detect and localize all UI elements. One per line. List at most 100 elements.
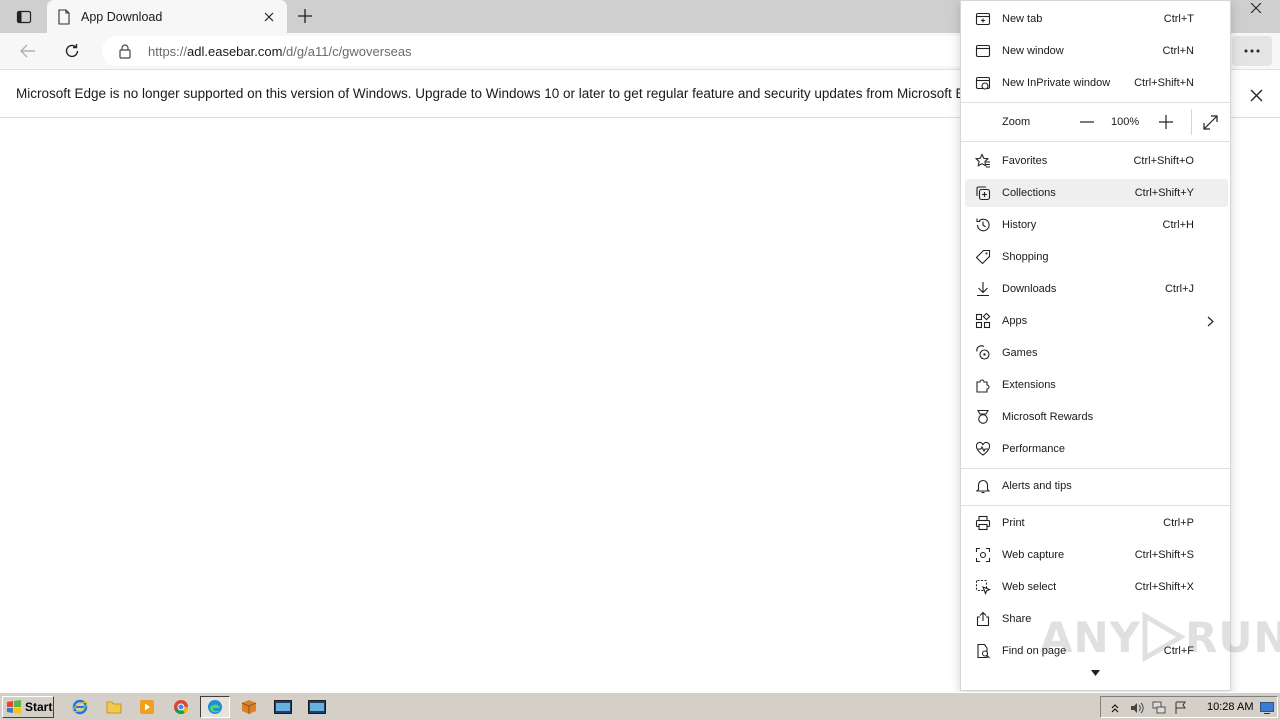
settings-and-more-button[interactable] — [1232, 36, 1272, 66]
taskbar: Start 10:28 AM — [0, 692, 1280, 720]
network-icon[interactable] — [1151, 700, 1167, 716]
zoom-row: Zoom 100% — [965, 107, 1228, 137]
refresh-icon — [65, 44, 79, 58]
clock: 10:28 AM — [1207, 701, 1254, 713]
menu-item-downloads[interactable]: Downloads Ctrl+J — [965, 275, 1228, 303]
app-window-icon — [308, 700, 326, 714]
taskbar-edge-button[interactable] — [200, 696, 230, 718]
zoom-divider — [1191, 109, 1192, 135]
refresh-button[interactable] — [57, 37, 87, 65]
new-tab-button[interactable] — [293, 5, 317, 27]
tab-title: App Download — [81, 9, 163, 24]
package-icon — [241, 700, 257, 714]
tab-actions-icon — [16, 10, 32, 24]
address-bar[interactable]: https://adl.easebar.com/d/g/a11/c/gwover… — [102, 36, 982, 66]
menu-item-inprivate[interactable]: New InPrivate window Ctrl+Shift+N — [965, 69, 1228, 97]
volume-icon[interactable] — [1129, 700, 1145, 716]
find-icon — [974, 642, 992, 660]
tray-expand-button[interactable] — [1107, 700, 1123, 716]
download-icon — [974, 280, 992, 298]
menu-item-new-window[interactable]: New window Ctrl+N — [965, 37, 1228, 65]
share-icon — [974, 610, 992, 628]
menu-item-shopping[interactable]: Shopping — [965, 243, 1228, 271]
chevron-right-icon — [1204, 315, 1216, 327]
close-icon — [1250, 89, 1262, 101]
chevron-up-icon — [1111, 704, 1119, 713]
games-icon — [974, 344, 992, 362]
puzzle-icon — [974, 376, 992, 394]
flag-icon[interactable] — [1173, 700, 1189, 716]
menu-scroll-down-button[interactable] — [1090, 669, 1100, 677]
tag-icon — [974, 248, 992, 266]
fullscreen-icon — [1202, 114, 1218, 130]
bell-icon — [974, 477, 992, 495]
menu-separator — [961, 141, 1230, 142]
new-tab-icon — [974, 10, 992, 28]
menu-item-performance[interactable]: Performance — [965, 435, 1228, 463]
url-text: https://adl.easebar.com/d/g/a11/c/gwover… — [148, 43, 412, 59]
infobar-close-button[interactable] — [1244, 83, 1268, 107]
menu-item-rewards[interactable]: Microsoft Rewards — [965, 403, 1228, 431]
close-icon — [264, 12, 274, 21]
lock-icon[interactable] — [118, 43, 132, 59]
menu-separator — [961, 468, 1230, 469]
close-icon — [1250, 3, 1262, 13]
chrome-icon — [174, 700, 188, 714]
menu-item-games[interactable]: Games — [965, 339, 1228, 367]
menu-item-apps[interactable]: Apps — [965, 307, 1228, 335]
menu-item-web-capture[interactable]: Web capture Ctrl+Shift+S — [965, 541, 1228, 569]
play-logo-icon — [1142, 612, 1186, 662]
internet-explorer-icon — [72, 699, 88, 715]
taskbar-app-button[interactable] — [304, 696, 330, 718]
settings-menu: New tab Ctrl+T New window Ctrl+N New InP… — [960, 0, 1231, 691]
menu-item-favorites[interactable]: Favorites Ctrl+Shift+O — [965, 147, 1228, 175]
fullscreen-button[interactable] — [1201, 113, 1219, 131]
taskbar-ie-button[interactable] — [67, 696, 93, 718]
taskbar-explorer-button[interactable] — [101, 696, 127, 718]
web-capture-icon — [974, 546, 992, 564]
rewards-icon — [974, 408, 992, 426]
app-window-icon — [274, 700, 292, 714]
inprivate-icon — [974, 74, 992, 92]
minus-icon — [1080, 121, 1094, 123]
printer-icon — [974, 514, 992, 532]
back-button[interactable] — [13, 37, 43, 65]
menu-item-web-select[interactable]: Web select Ctrl+Shift+X — [965, 573, 1228, 601]
infobar-message: Microsoft Edge is no longer supported on… — [16, 86, 960, 101]
web-select-icon — [974, 578, 992, 596]
more-horizontal-icon — [1244, 49, 1260, 53]
page-icon — [58, 8, 70, 25]
tab-app-download[interactable]: App Download — [47, 0, 287, 33]
menu-item-history[interactable]: History Ctrl+H — [965, 211, 1228, 239]
tab-close-button[interactable] — [261, 9, 277, 25]
plus-icon — [1159, 115, 1173, 129]
edge-icon — [208, 700, 222, 714]
zoom-in-button[interactable] — [1157, 113, 1175, 131]
menu-item-print[interactable]: Print Ctrl+P — [965, 509, 1228, 537]
taskbar-package-button[interactable] — [236, 696, 262, 718]
menu-item-alerts[interactable]: Alerts and tips — [965, 472, 1228, 500]
zoom-out-button[interactable] — [1078, 113, 1096, 131]
zoom-label: Zoom — [1002, 116, 1031, 128]
zoom-value: 100% — [1111, 116, 1140, 128]
taskbar-chrome-button[interactable] — [168, 696, 194, 718]
folder-icon — [106, 701, 122, 714]
taskbar-app-button[interactable] — [270, 696, 296, 718]
history-icon — [974, 216, 992, 234]
tab-actions-button[interactable] — [10, 6, 38, 28]
taskbar-media-button[interactable] — [134, 696, 160, 718]
menu-item-new-tab[interactable]: New tab Ctrl+T — [965, 5, 1228, 33]
new-window-icon — [974, 42, 992, 60]
plus-icon — [298, 9, 312, 23]
start-button[interactable]: Start — [2, 696, 54, 718]
collections-icon — [974, 184, 992, 202]
window-close-button[interactable] — [1232, 0, 1280, 16]
favorites-icon — [974, 152, 992, 170]
performance-icon — [974, 440, 992, 458]
system-tray: 10:28 AM — [1100, 696, 1278, 718]
media-player-icon — [140, 700, 154, 714]
menu-item-extensions[interactable]: Extensions — [965, 371, 1228, 399]
menu-item-collections[interactable]: Collections Ctrl+Shift+Y — [965, 179, 1228, 207]
show-desktop-icon[interactable] — [1259, 700, 1275, 716]
apps-icon — [974, 312, 992, 330]
